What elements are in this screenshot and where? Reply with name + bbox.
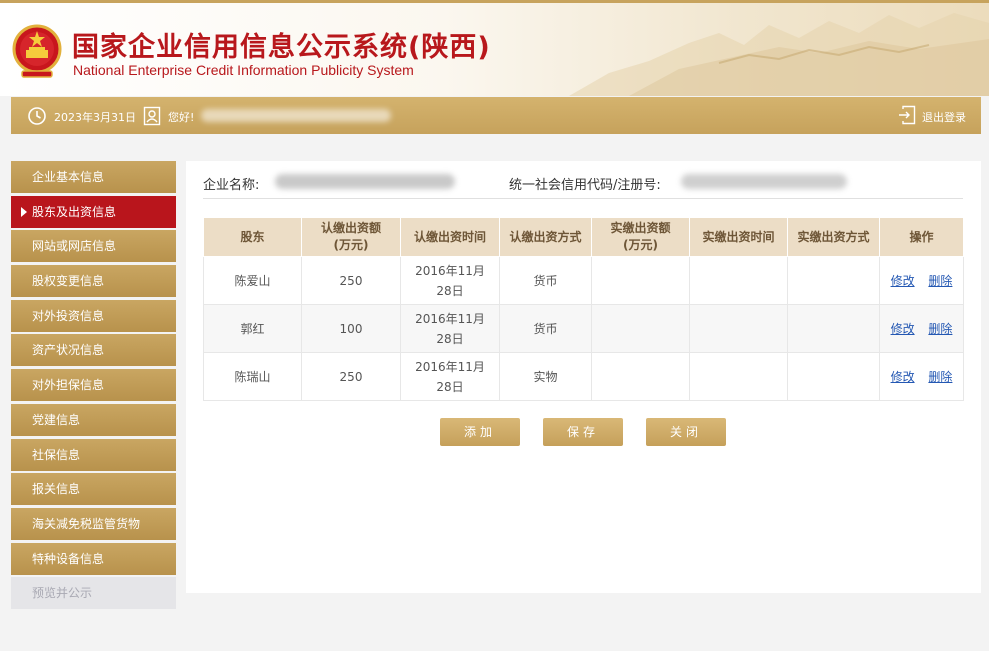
sidebar-item-preview-publish: 预览并公示 — [11, 577, 176, 610]
col-header-subscribed-date: 认缴出资时间 — [400, 217, 500, 257]
cell-amount: 250 — [301, 352, 401, 401]
col-header-subscribed-amount-text: 认缴出资额 (万元) — [320, 221, 381, 252]
cell-holder: 郭红 — [203, 304, 302, 353]
top-info-bar: 2023年3月31日 您好! 退出登录 — [11, 97, 981, 134]
site-title-en: National Enterprise Credit Information P… — [73, 62, 414, 78]
edit-link[interactable]: 修改 — [891, 274, 915, 288]
col-header-paid-method: 实缴出资方式 — [787, 217, 880, 257]
save-button[interactable]: 保存 — [543, 418, 623, 446]
cell-method: 实物 — [499, 352, 592, 401]
delete-link[interactable]: 删除 — [928, 274, 952, 288]
current-date: 2023年3月31日 — [54, 111, 136, 124]
cell-date-text: 2016年11月28日 — [415, 263, 485, 298]
sidebar-nav: 企业基本信息 股东及出资信息 网站或网店信息 股权变更信息 对外投资信息 资产状… — [11, 161, 176, 612]
great-wall-background — [569, 13, 989, 96]
col-header-paid-amount-text: 实缴出资额 (万元) — [610, 221, 671, 252]
sidebar-item-basic-info[interactable]: 企业基本信息 — [11, 161, 176, 193]
redacted-credit-code — [681, 174, 847, 189]
cell-date: 2016年11月28日 — [400, 256, 500, 305]
main-panel: 企业名称: 统一社会信用代码/注册号: 股东 认缴出资额 (万元) 认缴出资时间… — [186, 161, 981, 593]
cell-date-text: 2016年11月28日 — [415, 359, 485, 394]
col-header-subscribed-amount: 认缴出资额 (万元) — [301, 217, 401, 257]
cell-paid-amount — [591, 256, 690, 305]
cell-actions: 修改 删除 — [879, 304, 964, 353]
sidebar-item-party[interactable]: 党建信息 — [11, 403, 176, 436]
sidebar-item-website[interactable]: 网站或网店信息 — [11, 230, 176, 263]
cell-paid-date — [689, 256, 788, 305]
cell-actions: 修改 删除 — [879, 352, 964, 401]
cell-date: 2016年11月28日 — [400, 352, 500, 401]
cell-paid-method — [787, 352, 880, 401]
col-header-subscribed-method: 认缴出资方式 — [499, 217, 592, 257]
edit-link[interactable]: 修改 — [891, 322, 915, 336]
cell-method: 货币 — [499, 304, 592, 353]
national-emblem-icon — [12, 24, 62, 78]
site-header: 国家企业信用信息公示系统(陕西) National Enterprise Cre… — [0, 3, 989, 96]
sidebar-item-equity-change[interactable]: 股权变更信息 — [11, 265, 176, 298]
sidebar-item-customs-exemption[interactable]: 海关减免税监管货物 — [11, 507, 176, 540]
sidebar-item-guarantee[interactable]: 对外担保信息 — [11, 369, 176, 402]
cell-paid-amount — [591, 304, 690, 353]
col-header-paid-amount: 实缴出资额 (万元) — [591, 217, 690, 257]
cell-paid-method — [787, 256, 880, 305]
sidebar-item-shareholders[interactable]: 股东及出资信息 — [11, 195, 176, 228]
logout-link[interactable]: 退出登录 — [922, 109, 966, 125]
cell-date-text: 2016年11月28日 — [415, 311, 485, 346]
sidebar-item-assets[interactable]: 资产状况信息 — [11, 334, 176, 367]
clock-icon — [28, 107, 46, 125]
company-name-label: 企业名称: — [203, 178, 260, 193]
cell-actions: 修改 删除 — [879, 256, 964, 305]
sidebar-item-social-security[interactable]: 社保信息 — [11, 438, 176, 471]
cell-date: 2016年11月28日 — [400, 304, 500, 353]
logout-icon[interactable] — [898, 105, 916, 125]
sidebar-item-investment[interactable]: 对外投资信息 — [11, 299, 176, 332]
cell-amount: 250 — [301, 256, 401, 305]
delete-link[interactable]: 删除 — [928, 370, 952, 384]
table-row: 陈爱山 250 2016年11月28日 货币 修改 删除 — [203, 256, 964, 305]
site-title-cn: 国家企业信用信息公示系统(陕西) — [72, 32, 491, 63]
table-row: 郭红 100 2016年11月28日 货币 修改 删除 — [203, 304, 964, 353]
user-icon — [143, 106, 161, 126]
cell-method: 货币 — [499, 256, 592, 305]
sidebar-item-customs[interactable]: 报关信息 — [11, 473, 176, 506]
add-button[interactable]: 添加 — [440, 418, 520, 446]
cell-paid-method — [787, 304, 880, 353]
col-header-actions: 操作 — [879, 217, 964, 257]
greeting-text: 您好! — [168, 111, 195, 124]
redacted-company-name — [275, 174, 455, 189]
sidebar-item-special-equipment[interactable]: 特种设备信息 — [11, 542, 176, 575]
company-info-row: 企业名称: 统一社会信用代码/注册号: — [203, 171, 963, 199]
table-header-row: 股东 认缴出资额 (万元) 认缴出资时间 认缴出资方式 实缴出资额 (万元) 实… — [203, 217, 964, 257]
col-header-holder: 股东 — [203, 217, 302, 257]
col-header-paid-date: 实缴出资时间 — [689, 217, 788, 257]
cell-paid-date — [689, 304, 788, 353]
close-button[interactable]: 关闭 — [646, 418, 726, 446]
shareholder-table: 股东 认缴出资额 (万元) 认缴出资时间 认缴出资方式 实缴出资额 (万元) 实… — [203, 217, 964, 401]
redacted-username — [201, 109, 391, 122]
table-row: 陈瑞山 250 2016年11月28日 实物 修改 删除 — [203, 352, 964, 401]
credit-code-label: 统一社会信用代码/注册号: — [509, 178, 661, 193]
cell-holder: 陈瑞山 — [203, 352, 302, 401]
cell-paid-date — [689, 352, 788, 401]
cell-paid-amount — [591, 352, 690, 401]
cell-amount: 100 — [301, 304, 401, 353]
edit-link[interactable]: 修改 — [891, 370, 915, 384]
delete-link[interactable]: 删除 — [928, 322, 952, 336]
cell-holder: 陈爱山 — [203, 256, 302, 305]
